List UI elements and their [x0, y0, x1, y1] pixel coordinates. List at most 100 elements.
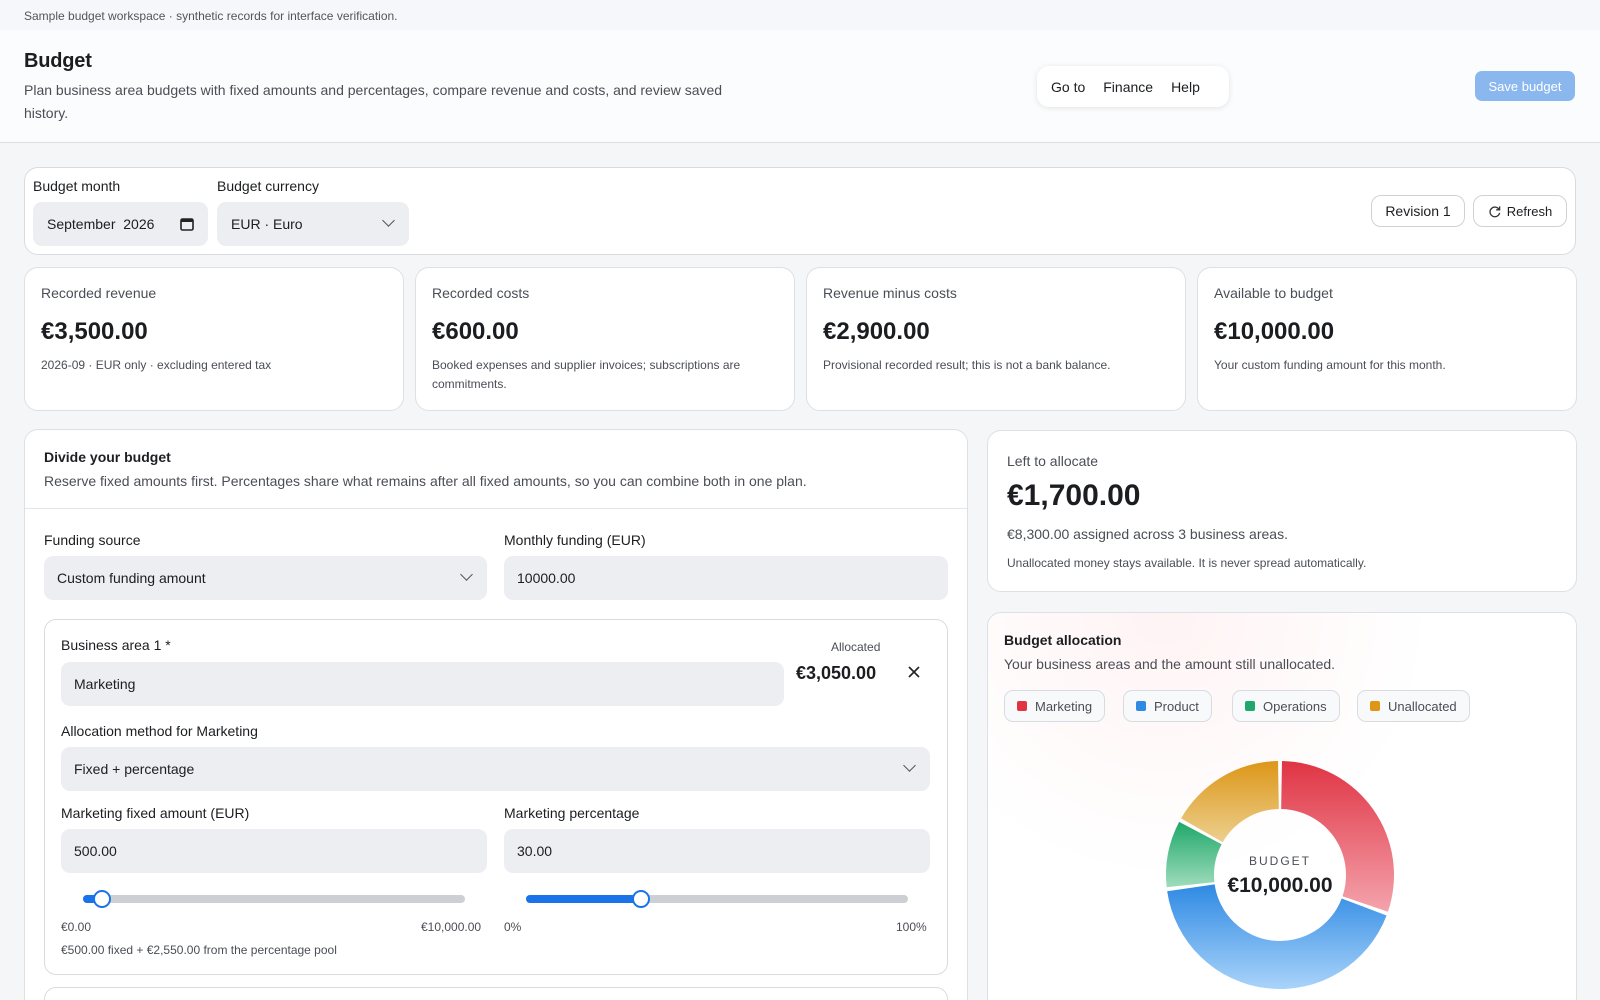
divide-title: Divide your budget	[44, 449, 171, 465]
donut-slice-product[interactable]	[1167, 884, 1387, 989]
stat-note: Provisional recorded result; this is not…	[823, 358, 1111, 372]
budget-currency-select[interactable]: EUR · Euro	[217, 202, 409, 246]
chevron-down-icon	[382, 214, 395, 227]
percentage-slider[interactable]	[526, 890, 908, 908]
unallocated-note: Unallocated money stays available. It is…	[1007, 556, 1367, 570]
funding-source-value: Custom funding amount	[57, 570, 206, 586]
chevron-down-icon	[460, 568, 473, 581]
business-area-card	[44, 987, 948, 1000]
business-area-card: Business area 1 * Marketing Allocated €3…	[44, 619, 948, 975]
budget-donut-chart: BUDGET €10,000.00	[1166, 761, 1394, 989]
slider-thumb[interactable]	[93, 890, 112, 908]
fixed-amount-value: 500.00	[74, 843, 117, 859]
nav-finance[interactable]: Finance	[1103, 79, 1153, 95]
fixed-amount-slider[interactable]	[83, 890, 465, 908]
left-to-allocate-value: €1,700.00	[1007, 479, 1141, 512]
allocation-description: Your business areas and the amount still…	[1004, 656, 1336, 672]
divide-budget-panel: Divide your budget Reserve fixed amounts…	[24, 429, 968, 1000]
allocation-title: Budget allocation	[1004, 632, 1122, 648]
budget-month-value: September 2026	[47, 216, 155, 232]
legend-item-operations[interactable]: Operations	[1232, 690, 1340, 722]
percentage-label: Marketing percentage	[504, 805, 640, 821]
fixed-amount-input[interactable]: 500.00	[61, 829, 487, 873]
page-header: Budget Plan business area budgets with f…	[0, 30, 1600, 143]
donut-center-value: €10,000.00	[1227, 874, 1332, 897]
left-to-allocate-card: Left to allocate €1,700.00 €8,300.00 ass…	[987, 430, 1577, 592]
nav-help[interactable]: Help	[1171, 79, 1200, 95]
stat-label: Revenue minus costs	[823, 285, 957, 301]
refresh-label: Refresh	[1506, 203, 1553, 219]
legend-label: Operations	[1263, 698, 1327, 714]
percentage-value: 30.00	[517, 843, 553, 859]
revision-button[interactable]: Revision 1	[1371, 195, 1465, 227]
allocated-label: Allocated	[831, 640, 881, 654]
allocated-value: €3,050.00	[796, 663, 877, 683]
refresh-icon	[1489, 205, 1500, 217]
stat-label: Recorded costs	[432, 285, 530, 301]
stat-card-available: Available to budget €10,000.00 Your cust…	[1197, 267, 1577, 411]
fixed-slider-min: €0.00	[61, 920, 92, 934]
business-area-name-value: Marketing	[74, 676, 136, 692]
legend-swatch	[1136, 701, 1146, 711]
legend-swatch	[1245, 701, 1255, 711]
budget-currency-value: EUR · Euro	[231, 216, 303, 232]
filter-bar: Budget month September 2026 Budget curre…	[24, 167, 1576, 255]
nav-go-to[interactable]: Go to	[1051, 79, 1085, 95]
funding-source-select[interactable]: Custom funding amount	[44, 556, 487, 600]
monthly-funding-value: 10000.00	[517, 570, 576, 586]
stat-value: €600.00	[432, 318, 519, 345]
percent-slider-min: 0%	[504, 920, 522, 934]
fixed-amount-label: Marketing fixed amount (EUR)	[61, 805, 250, 821]
percent-slider-max: 100%	[896, 920, 927, 934]
business-area-name-input[interactable]: Marketing	[61, 662, 784, 706]
slider-fill	[526, 895, 641, 903]
budget-month-label: Budget month	[33, 178, 121, 194]
left-to-allocate-label: Left to allocate	[1007, 453, 1099, 469]
legend-item-marketing[interactable]: Marketing	[1004, 690, 1106, 722]
stat-value: €10,000.00	[1214, 318, 1335, 345]
divide-description: Reserve fixed amounts first. Percentages…	[44, 473, 807, 489]
refresh-button[interactable]: Refresh	[1473, 195, 1567, 227]
legend-item-product[interactable]: Product	[1123, 690, 1212, 722]
stat-note: 2026-09 · EUR only · excluding entered t…	[41, 358, 272, 372]
donut-center-label: BUDGET	[1249, 854, 1311, 868]
page-title: Budget	[24, 50, 92, 72]
legend-swatch	[1370, 701, 1380, 711]
monthly-funding-input[interactable]: 10000.00	[504, 556, 948, 600]
divider	[25, 508, 967, 509]
top-nav: Go to Finance Help	[1037, 66, 1229, 107]
stat-card-costs: Recorded costs €600.00 Booked expenses a…	[415, 267, 795, 411]
business-area-name-label: Business area 1 *	[61, 637, 171, 653]
assigned-summary: €8,300.00 assigned across 3 business are…	[1007, 526, 1288, 542]
allocation-method-label: Allocation method for Marketing	[61, 723, 258, 739]
stat-value: €3,500.00	[41, 318, 148, 345]
donut-slice-unallocated[interactable]	[1181, 761, 1279, 843]
stat-label: Recorded revenue	[41, 285, 157, 301]
workspace-note: Sample budget workspace · synthetic reco…	[0, 0, 1600, 30]
percentage-input[interactable]: 30.00	[504, 829, 930, 873]
allocation-method-select[interactable]: Fixed + percentage	[61, 747, 930, 791]
legend-item-unallocated[interactable]: Unallocated	[1357, 690, 1470, 722]
calendar-icon	[180, 218, 194, 231]
legend-swatch	[1017, 701, 1027, 711]
budget-currency-label: Budget currency	[217, 178, 319, 194]
stat-note: Your custom funding amount for this mont…	[1214, 358, 1446, 372]
stat-value: €2,900.00	[823, 318, 930, 345]
chevron-down-icon	[903, 759, 916, 772]
allocation-method-value: Fixed + percentage	[74, 761, 195, 777]
budget-month-input[interactable]: September 2026	[33, 202, 208, 246]
page-subtitle: Plan business area budgets with fixed am…	[24, 82, 723, 121]
stat-card-net: Revenue minus costs €2,900.00 Provisiona…	[806, 267, 1186, 411]
legend-label: Product	[1154, 698, 1199, 714]
funding-source-label: Funding source	[44, 532, 141, 548]
stat-label: Available to budget	[1214, 285, 1333, 301]
save-budget-button[interactable]: Save budget	[1475, 71, 1575, 101]
legend-label: Unallocated	[1388, 698, 1457, 714]
close-icon[interactable]	[907, 665, 921, 679]
stat-note: Booked expenses and supplier invoices; s…	[432, 358, 741, 391]
legend-label: Marketing	[1035, 698, 1093, 714]
allocation-breakdown: €500.00 fixed + €2,550.00 from the perce…	[61, 943, 337, 957]
stat-card-revenue: Recorded revenue €3,500.00 2026-09 · EUR…	[24, 267, 404, 411]
monthly-funding-label: Monthly funding (EUR)	[504, 532, 646, 548]
slider-thumb[interactable]	[631, 890, 650, 908]
